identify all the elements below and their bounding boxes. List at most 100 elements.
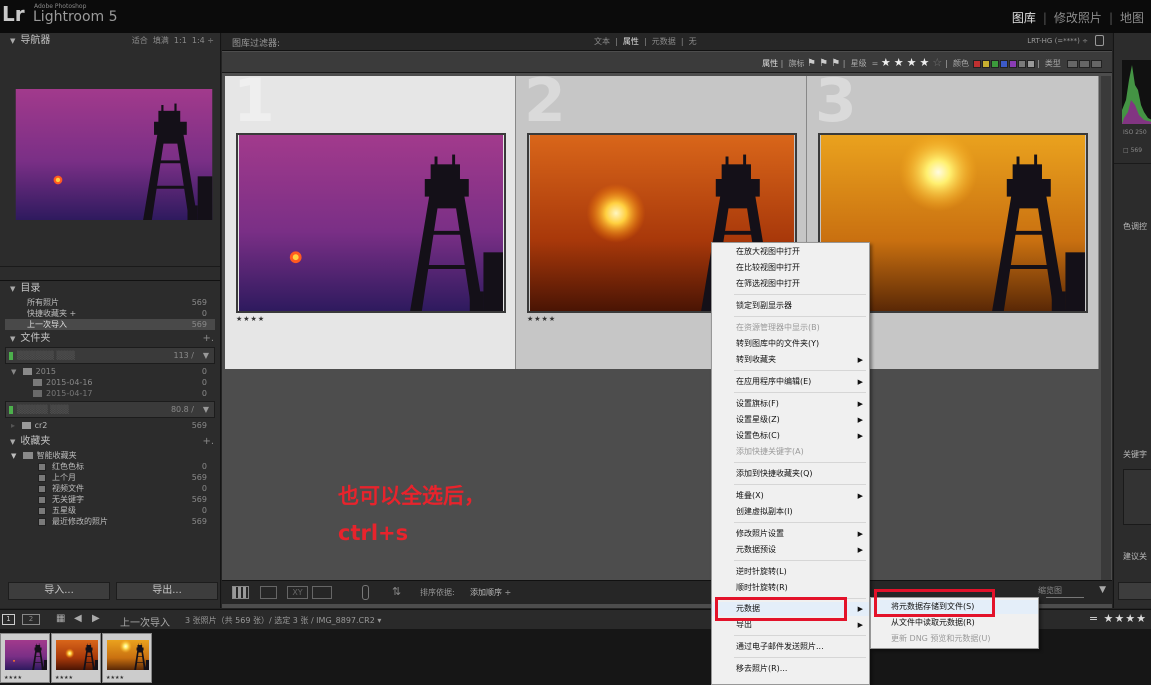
keyword-field[interactable]: [1123, 469, 1151, 525]
collections-header[interactable]: ▼ 收藏夹 +.: [0, 434, 220, 450]
dropdown-icon[interactable]: ▼: [203, 348, 209, 363]
filmstrip-source[interactable]: 上一次导入: [120, 614, 170, 629]
import-button[interactable]: 导入...: [8, 582, 110, 600]
menu-item-go-to-collection[interactable]: 转到收藏夹 ▶: [712, 353, 869, 367]
page-1-button[interactable]: 1: [2, 614, 15, 625]
navigator-header[interactable]: ▼ 导航器 适合 填满 1:1 1:4 ÷: [0, 33, 220, 49]
forward-arrow-icon[interactable]: ▶: [92, 613, 100, 624]
catalog-item-all-photos[interactable]: 所有照片 569: [5, 297, 215, 308]
menu-item-set-color-label[interactable]: 设置色标(C) ▶: [712, 429, 869, 443]
filter-tab-attribute[interactable]: 属性: [623, 37, 639, 46]
filmstrip-thumbnail[interactable]: ★★★★: [0, 633, 50, 683]
spray-can-icon[interactable]: [362, 585, 369, 600]
folder-2015-04-16[interactable]: 2015-04-16 0: [5, 377, 215, 388]
volume-bar-2[interactable]: ▒▒▒▒▒ ▒▒▒ 80.8 /▼: [5, 401, 215, 418]
sync-button[interactable]: [1118, 582, 1151, 600]
menu-item-show-in-explorer[interactable]: 在资源管理器中显示(B): [712, 321, 869, 335]
collapse-triangle-icon[interactable]: ▼: [10, 37, 15, 45]
smart-collection-item[interactable]: 无关键字 569: [5, 494, 215, 505]
catalog-header[interactable]: ▼ 目录: [0, 281, 220, 297]
menu-item-add-to-quick-collection[interactable]: 添加到快捷收藏夹(Q): [712, 467, 869, 481]
sort-select[interactable]: 添加顺序 ÷: [470, 587, 511, 598]
menu-item-create-virtual-copy[interactable]: 创建虚拟副本(I): [712, 505, 869, 519]
thumbnail-size-slider[interactable]: [1046, 597, 1084, 598]
lock-icon[interactable]: [1095, 35, 1104, 46]
grid-icon[interactable]: ▦: [56, 613, 65, 624]
menu-item-set-flag[interactable]: 设置旗标(F) ▶: [712, 397, 869, 411]
kind-virtual-icon[interactable]: [1079, 59, 1090, 68]
color-swatch-purple[interactable]: [1008, 59, 1017, 68]
menu-item-rotate-left[interactable]: 逆时针旋转(L): [712, 565, 869, 579]
folder-cr2[interactable]: ▸ cr2 569: [5, 420, 215, 431]
module-develop[interactable]: 修改照片: [1047, 11, 1109, 25]
menu-item-open-survey[interactable]: 在筛选视图中打开: [712, 277, 869, 291]
menu-item-develop-settings[interactable]: 修改照片设置 ▶: [712, 527, 869, 541]
module-map[interactable]: 地图: [1113, 11, 1151, 25]
page-2-button[interactable]: 2: [22, 614, 40, 625]
smart-collection-item[interactable]: 上个月 569: [5, 472, 215, 483]
menu-item-go-to-folder[interactable]: 转到图库中的文件夹(Y): [712, 337, 869, 351]
smart-collection-item[interactable]: 最近修改的照片 569: [5, 516, 215, 527]
smart-collection-item[interactable]: 五星级 0: [5, 505, 215, 516]
compare-view-icon[interactable]: XY: [287, 586, 308, 599]
menu-item-update-dng-preview[interactable]: 更新 DNG 预览和元数据(U): [871, 632, 1038, 646]
color-swatch-red[interactable]: [972, 59, 981, 68]
rating-stars-filter[interactable]: ★★★★☆: [881, 56, 945, 69]
photo-thumbnail[interactable]: [236, 133, 506, 313]
filter-preset-select[interactable]: LRT-HG (=****) ÷: [1027, 37, 1088, 45]
filter-tab-metadata[interactable]: 元数据: [652, 37, 676, 46]
menu-item-open-loupe[interactable]: 在放大视图中打开: [712, 245, 869, 259]
grid-cell[interactable]: 1 ★★★★: [225, 66, 516, 369]
loupe-view-icon[interactable]: [260, 586, 277, 599]
volume-bar-1[interactable]: ▒▒▒▒▒▒ ▒▒▒ 113 /▼: [5, 347, 215, 364]
filter-tab-text[interactable]: 文本: [594, 37, 610, 46]
sort-direction-icon[interactable]: ⇅: [392, 585, 401, 598]
menu-item-edit-in[interactable]: 在应用程序中编辑(E) ▶: [712, 375, 869, 389]
filter-tab-none[interactable]: 无: [689, 37, 697, 46]
menu-item-read-metadata-from-file[interactable]: 从文件中读取元数据(R): [871, 616, 1038, 630]
folders-header[interactable]: ▼ 文件夹 +.: [0, 331, 220, 347]
folder-2015-04-17[interactable]: 2015-04-17 0: [5, 388, 215, 399]
dropdown-icon[interactable]: ▼: [203, 402, 209, 417]
filmstrip-thumbnail[interactable]: ★★★★: [51, 633, 101, 683]
toolbar-menu-icon[interactable]: ▼: [1099, 585, 1106, 595]
menu-item-lock-secondary[interactable]: 锁定到副显示器: [712, 299, 869, 313]
catalog-item-quick-collection[interactable]: 快捷收藏夹 +0: [5, 308, 215, 319]
module-library[interactable]: 图库: [1005, 11, 1043, 25]
collapse-triangle-icon[interactable]: ▼: [10, 285, 15, 293]
grid-view-icon[interactable]: [232, 586, 249, 599]
menu-item-remove-photo[interactable]: 移去照片(R)...: [712, 662, 869, 676]
smart-collection-item[interactable]: 视频文件 0: [5, 483, 215, 494]
color-swatch-blue[interactable]: [999, 59, 1008, 68]
kind-video-icon[interactable]: [1091, 59, 1102, 68]
folder-2015[interactable]: ▼ 2015 0: [5, 366, 215, 377]
back-arrow-icon[interactable]: ◀: [74, 613, 82, 624]
menu-item-stacking[interactable]: 堆叠(X) ▶: [712, 489, 869, 503]
filmstrip-info[interactable]: 3 张照片（共 569 张）/ 选定 3 张 / IMG_8897.CR2 ▾: [185, 615, 381, 626]
color-swatch-green[interactable]: [990, 59, 999, 68]
menu-item-set-rating[interactable]: 设置星级(Z) ▶: [712, 413, 869, 427]
menu-item-rotate-right[interactable]: 顺时针旋转(R): [712, 581, 869, 595]
menu-item-email-photo[interactable]: 通过电子邮件发送照片...: [712, 640, 869, 654]
export-button[interactable]: 导出...: [116, 582, 218, 600]
color-swatch-none[interactable]: [1026, 59, 1035, 68]
catalog-item-previous-import[interactable]: 上一次导入 569: [5, 319, 215, 330]
zoom-options[interactable]: 适合 填满 1:1 1:4 ÷: [132, 33, 214, 49]
add-folder-icon[interactable]: +.: [202, 331, 214, 347]
filmstrip-rating-filter[interactable]: = ★★★★: [1089, 612, 1147, 625]
collapse-triangle-icon[interactable]: ▼: [10, 335, 15, 343]
menu-item-add-shortcut-keyword[interactable]: 添加快捷关键字(A): [712, 445, 869, 459]
collapse-triangle-icon[interactable]: ▼: [10, 438, 15, 446]
menu-item-metadata-presets[interactable]: 元数据预设 ▶: [712, 543, 869, 557]
add-collection-icon[interactable]: +.: [202, 434, 214, 450]
kind-master-icon[interactable]: [1067, 59, 1078, 68]
grid-scrollbar[interactable]: [1101, 76, 1111, 580]
color-swatch-gray[interactable]: [1017, 59, 1026, 68]
smart-collection-item[interactable]: 红色色标 0: [5, 461, 215, 472]
color-swatch-yellow[interactable]: [981, 59, 990, 68]
navigator-preview[interactable]: [0, 49, 220, 267]
menu-item-open-compare[interactable]: 在比较视图中打开: [712, 261, 869, 275]
survey-view-icon[interactable]: [312, 586, 332, 599]
smart-collections-set[interactable]: ▼ 智能收藏夹: [5, 450, 215, 461]
rating-operator[interactable]: =: [872, 59, 879, 68]
